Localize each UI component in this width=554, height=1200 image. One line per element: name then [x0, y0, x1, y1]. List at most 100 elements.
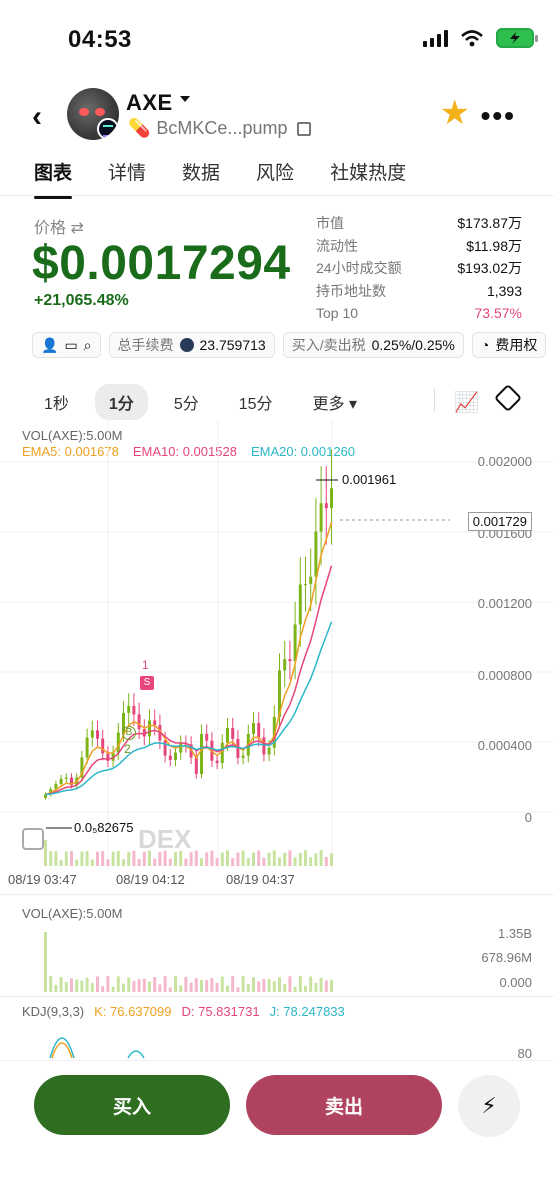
- status-time: 04:53: [68, 26, 132, 53]
- volume-bar: [85, 977, 89, 992]
- candle-body: [101, 738, 105, 754]
- timeframe-more[interactable]: 更多 ▾: [299, 384, 372, 420]
- volume-bar: [324, 980, 328, 992]
- volume-bar: [319, 850, 323, 866]
- stats-panel: 市值 $173.87万 流动性 $11.98万 24小时成交额 $193.02万 持币…: [316, 212, 522, 325]
- tax-value: 0.25%/0.25%: [371, 337, 455, 353]
- volume-bar: [148, 981, 151, 992]
- volume-bar: [132, 980, 136, 992]
- volume-bar: [210, 977, 214, 992]
- sell-marker[interactable]: S: [140, 676, 154, 690]
- volume-bar: [106, 976, 110, 992]
- stat-key: 持币地址数: [316, 282, 386, 299]
- tab-data[interactable]: 数据: [182, 158, 220, 185]
- volume-bar: [304, 850, 307, 866]
- timeframe-1s[interactable]: 1秒: [30, 384, 83, 420]
- volume-bar: [184, 858, 188, 866]
- candle-body: [64, 777, 68, 779]
- buy-marker[interactable]: B: [122, 726, 136, 740]
- volume-bar: [226, 850, 229, 866]
- candle-body: [127, 705, 131, 713]
- volume-bar: [236, 852, 240, 866]
- user-icon: 👤: [41, 336, 59, 353]
- volume-bar: [96, 851, 99, 866]
- fullscreen-icon[interactable]: [22, 828, 44, 850]
- volume-bar: [70, 851, 73, 866]
- volume-bar: [122, 859, 125, 866]
- volume-bar: [116, 850, 120, 866]
- cost-chip[interactable]: ◔ 费用权: [471, 332, 547, 358]
- candle-body: [241, 755, 245, 758]
- volume-bar: [75, 859, 79, 866]
- stat-key: 市值: [316, 215, 344, 232]
- info-chips: 👤 ▭ ⌕ 总手续费 23.759713 买入/卖出税 0.25%/0.25% …: [32, 332, 547, 358]
- tab-details[interactable]: 详情: [108, 158, 146, 185]
- price-label[interactable]: 价格 ⇄: [34, 214, 84, 238]
- fee-chip[interactable]: 总手续费 23.759713: [108, 332, 275, 358]
- buy-button[interactable]: 买入: [34, 1075, 230, 1135]
- y-tick: 0.001200: [477, 596, 532, 611]
- chevron-down-icon[interactable]: [180, 96, 190, 102]
- volume-bar: [330, 853, 333, 866]
- tax-label: 买入/卖出税: [291, 337, 366, 353]
- volume-bar: [49, 976, 53, 992]
- volume-bar: [85, 851, 89, 866]
- token-address[interactable]: 💊 BcMKCe...pump: [128, 118, 312, 139]
- copy-icon[interactable]: [297, 121, 312, 136]
- cost-label: 费用权: [495, 337, 538, 353]
- battery-icon: [496, 28, 538, 48]
- candle-body: [226, 728, 229, 743]
- volume-bar: [200, 858, 203, 866]
- indicator-icon[interactable]: 📈: [454, 390, 479, 415]
- flash-trade-icon[interactable]: ⚡: [458, 1075, 520, 1137]
- volume-bar: [75, 979, 79, 992]
- star-icon[interactable]: ★: [440, 96, 470, 130]
- status-icons: [423, 28, 538, 48]
- volume-bar: [153, 858, 157, 866]
- pill-icon: 💊: [128, 118, 151, 138]
- volume-bar: [272, 981, 276, 992]
- stat-value: $173.87万: [457, 215, 522, 232]
- candle-body: [137, 714, 141, 730]
- tab-chart[interactable]: 图表: [34, 158, 73, 199]
- tax-chip[interactable]: 买入/卖出税 0.25%/0.25%: [282, 332, 464, 358]
- stat-value: 1,393: [486, 282, 522, 299]
- price-chart[interactable]: VOL(AXE):5.00M EMA5: 0.001678 EMA10: 0.0…: [0, 420, 554, 900]
- more-icon[interactable]: •••: [481, 100, 516, 132]
- volume-bar: [252, 852, 255, 866]
- x-tick: 08/19 04:37: [226, 872, 295, 887]
- token-title[interactable]: AXE: [126, 90, 173, 116]
- tab-risk[interactable]: 风险: [256, 158, 294, 185]
- candle-body: [215, 760, 219, 764]
- candle-body: [309, 576, 313, 585]
- volume-bar: [44, 932, 47, 992]
- timeframe-bar: 1秒 1分 5分 15分 更多 ▾ 📈: [30, 383, 530, 420]
- x-tick: 08/19 04:12: [116, 872, 185, 887]
- candle-body: [85, 737, 89, 758]
- timeframe-1m[interactable]: 1分: [94, 384, 148, 420]
- volume-bar: [252, 977, 255, 992]
- volume-bar: [205, 852, 209, 866]
- volume-bar: [314, 853, 318, 866]
- volume-bar: [278, 857, 281, 866]
- volume-bar: [101, 986, 105, 992]
- volume-bar: [64, 982, 68, 992]
- volume-bar: [127, 851, 131, 866]
- timeframe-5m[interactable]: 5分: [160, 384, 213, 420]
- volume-bar: [262, 978, 266, 992]
- volume-bar: [267, 979, 271, 992]
- tools-chip[interactable]: 👤 ▭ ⌕: [32, 332, 101, 358]
- divider: [434, 388, 435, 412]
- tab-social[interactable]: 社媒热度: [330, 158, 406, 185]
- candle-body: [179, 743, 183, 753]
- timeframe-15m[interactable]: 15分: [225, 384, 287, 420]
- candle-body: [283, 659, 287, 671]
- settings-icon[interactable]: [493, 383, 523, 413]
- kdj-svg: [49, 1037, 145, 1059]
- volume-bar: [168, 987, 172, 992]
- sell-button[interactable]: 卖出: [246, 1075, 442, 1135]
- back-icon[interactable]: ‹: [32, 100, 42, 134]
- volume-bar: [226, 985, 229, 992]
- watermark: DEX: [138, 824, 192, 854]
- volume-bar: [90, 983, 94, 992]
